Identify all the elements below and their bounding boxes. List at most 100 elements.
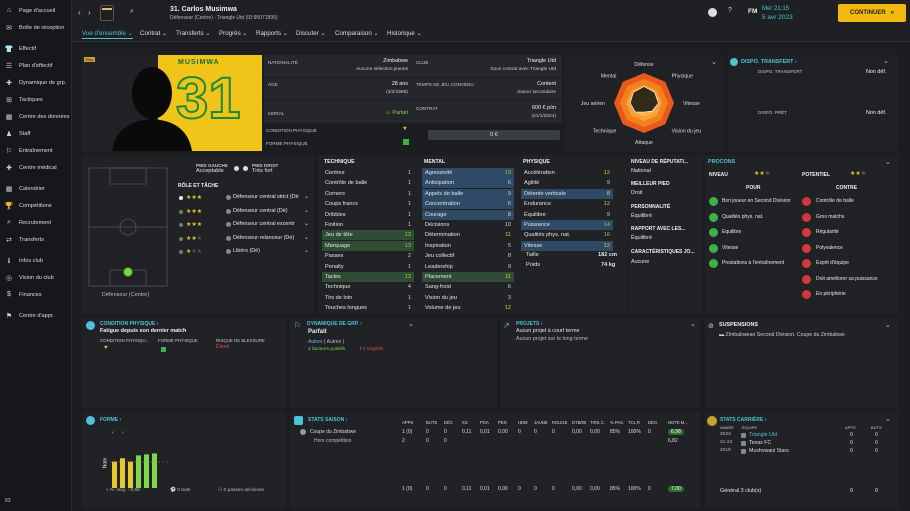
pro-item[interactable]: Bon joueur en Second Division bbox=[722, 198, 802, 204]
attribute-row[interactable]: Vitesse 12 bbox=[521, 240, 613, 251]
sidebar-item-finances[interactable]: $ Finances bbox=[0, 286, 71, 303]
role-info-icon[interactable] bbox=[226, 249, 231, 254]
attribute-row[interactable]: Sang-froid 6 bbox=[422, 282, 514, 292]
attribute-row[interactable]: Jeu collectif 8 bbox=[422, 251, 514, 261]
role-info-icon[interactable] bbox=[226, 235, 231, 241]
season-col-header[interactable]: PEN bbox=[498, 420, 507, 425]
tab-comparison[interactable]: Comparaison ⌄ bbox=[335, 30, 379, 37]
con-item[interactable]: En périphérie bbox=[816, 291, 896, 297]
season-col-header[interactable]: DTB/90 bbox=[572, 420, 586, 425]
attribute-row[interactable]: Contrôle de balle 1 bbox=[322, 178, 414, 188]
sidebar-item-competitions[interactable]: 🏆 Compétitions bbox=[0, 197, 71, 214]
sidebar-item-club-vision[interactable]: ◎ Vision du club bbox=[0, 269, 71, 286]
role-info-icon[interactable] bbox=[226, 208, 231, 214]
sidebar-item-squad-plan[interactable]: ☰ Plan d'effectif bbox=[0, 57, 71, 74]
sidebar-item-tactics[interactable]: ⊞ Tactiques bbox=[0, 91, 71, 108]
morale-cell[interactable]: MORAL ☺ Parfait bbox=[264, 101, 414, 123]
career-team[interactable]: Tenax FC bbox=[749, 440, 771, 446]
role-chevron-icon[interactable]: ⌄ bbox=[304, 193, 309, 200]
sidebar-item-club-info[interactable]: ℹ Infos club bbox=[0, 252, 71, 269]
transfer-panel-title[interactable]: DISPO. TRANSFERT › bbox=[741, 59, 797, 65]
form-bar[interactable] bbox=[120, 458, 125, 488]
attribute-row[interactable]: Leadership 9 bbox=[422, 262, 514, 272]
role-label[interactable]: Défenseur central excentr bbox=[233, 221, 308, 227]
attribute-row[interactable]: Placement 11 bbox=[422, 272, 514, 282]
sidebar-item-medical[interactable]: ✚ Centre médical bbox=[0, 159, 71, 176]
attribute-row[interactable]: Courage 8 bbox=[422, 209, 514, 220]
attribute-row[interactable]: Décisions 10 bbox=[422, 220, 514, 230]
season-col-header[interactable]: BUTS bbox=[426, 420, 437, 425]
career-team[interactable]: Mushowani Stars bbox=[749, 448, 789, 454]
attribute-row[interactable]: Touches longues 1 bbox=[322, 303, 414, 313]
attribute-row[interactable]: Penalty 1 bbox=[322, 262, 414, 272]
season-row-name[interactable]: Coupe du Zimbabwe bbox=[310, 429, 356, 435]
globe-icon[interactable] bbox=[708, 8, 717, 17]
attribute-row[interactable]: Volume de jeu 12 bbox=[422, 303, 514, 313]
season-col-header[interactable]: DÉG. bbox=[648, 420, 658, 425]
nationality-cell[interactable]: NATIONALITÉ Zimbabwe Aucune sélection je… bbox=[264, 55, 414, 77]
season-col-header[interactable]: XG bbox=[462, 420, 468, 425]
back-icon[interactable]: ‹ bbox=[78, 8, 81, 17]
attribute-row[interactable]: Jeu de tête 13 bbox=[322, 230, 414, 241]
positive-factors[interactable]: 2 facteurs positifs bbox=[308, 347, 345, 352]
attribute-row[interactable]: Inspiration 5 bbox=[422, 241, 514, 251]
attribute-row[interactable]: Puissance 14 bbox=[521, 220, 613, 230]
pro-item[interactable]: Prestations à l'entraînement bbox=[722, 260, 802, 266]
tab-progress[interactable]: Progrès ⌄ bbox=[219, 30, 248, 37]
dynamics-chevron-icon[interactable]: ⌄ bbox=[408, 320, 414, 328]
continue-button[interactable]: CONTINUER» bbox=[838, 4, 906, 22]
attribute-row[interactable]: Dribbles 1 bbox=[322, 210, 414, 220]
role-label[interactable]: Défenseur central (Dé) bbox=[233, 208, 308, 214]
season-col-header[interactable]: TCL R bbox=[628, 420, 640, 425]
season-col-header[interactable]: % PAS. bbox=[610, 420, 624, 425]
sidebar-item-staff[interactable]: ♟ Staff bbox=[0, 125, 71, 142]
season-stats-title[interactable]: STATS SAISON › bbox=[308, 417, 347, 423]
attribute-row[interactable]: Tirs de loin 1 bbox=[322, 293, 414, 303]
sidebar-item-training[interactable]: ⚐ Entraînement bbox=[0, 142, 71, 159]
dynamics-group[interactable]: Autres ( Autres ) bbox=[308, 339, 344, 345]
tab-transfers[interactable]: Transferts ⌄ bbox=[176, 30, 211, 37]
club-crest-icon[interactable] bbox=[100, 5, 114, 21]
dynamics-title[interactable]: DYNAMIQUE DE GRP. › bbox=[307, 321, 362, 327]
attribute-row[interactable]: Équilibre 9 bbox=[521, 210, 613, 220]
attribute-row[interactable]: Vision du jeu 3 bbox=[422, 293, 514, 303]
form-bar[interactable] bbox=[152, 453, 157, 488]
condition-panel-title[interactable]: CONDITION PHYSIQUE › bbox=[100, 321, 158, 327]
season-col-header[interactable]: TIRS C. bbox=[590, 420, 605, 425]
role-radio[interactable] bbox=[179, 236, 183, 241]
form-next-icon[interactable]: › bbox=[122, 430, 124, 436]
procons-title[interactable]: PROCONS bbox=[708, 159, 735, 165]
sidebar-item-dynamics[interactable]: ✚ Dynamique de grp. bbox=[0, 74, 71, 91]
con-item[interactable]: Esprit d'équipe bbox=[816, 260, 896, 266]
attribute-row[interactable]: Détente verticale 8 bbox=[521, 188, 613, 199]
season-col-header[interactable]: NOTE M... bbox=[668, 420, 688, 425]
procons-chevron-icon[interactable]: ⌄ bbox=[885, 158, 891, 166]
attribute-row[interactable]: Endurance 12 bbox=[521, 199, 613, 209]
attribute-row[interactable]: Technique 4 bbox=[322, 282, 414, 292]
attribute-row[interactable]: Agilité 9 bbox=[521, 178, 613, 188]
role-radio[interactable] bbox=[179, 250, 183, 254]
con-item[interactable]: Régularité bbox=[816, 229, 896, 235]
tab-contract[interactable]: Contrat ⌄ bbox=[140, 30, 167, 37]
attribute-row[interactable]: Tacles 13 bbox=[322, 272, 414, 282]
suspensions-chevron-icon[interactable]: ⌄ bbox=[885, 321, 891, 329]
sidebar-item-calendar[interactable]: ▦ Calendrier bbox=[0, 180, 71, 197]
sidebar-item-home[interactable]: ⌂ Page d'accueil bbox=[0, 2, 71, 19]
attribute-row[interactable]: Concentration 6 bbox=[422, 199, 514, 210]
role-radio[interactable] bbox=[179, 209, 183, 214]
help-icon[interactable]: ? bbox=[728, 7, 732, 14]
tab-reports[interactable]: Rapports ⌄ bbox=[256, 30, 288, 37]
season-row-name[interactable]: Hors compétition bbox=[314, 438, 352, 444]
attribute-row[interactable]: Marquage 13 bbox=[322, 240, 414, 251]
attribute-row[interactable]: Appels de balle 9 bbox=[422, 188, 514, 199]
forward-icon[interactable]: › bbox=[88, 8, 91, 17]
fm-menu[interactable]: FM bbox=[748, 8, 757, 15]
form-prev-icon[interactable]: ‹ bbox=[112, 430, 114, 436]
sidebar-item-inbox[interactable]: ✉ Boîte de réception bbox=[0, 19, 71, 36]
attribute-row[interactable]: Détermination 11 bbox=[422, 230, 514, 240]
con-item[interactable]: Doit améliorer sa puissance bbox=[816, 276, 896, 282]
negative-factors[interactable]: / 2 négatifs bbox=[360, 347, 383, 352]
radar-menu-chevron-icon[interactable]: ⌄ bbox=[711, 58, 717, 66]
tab-history[interactable]: Historique ⌄ bbox=[387, 30, 422, 37]
career-title[interactable]: STATS CARRIÈRE › bbox=[720, 417, 766, 423]
